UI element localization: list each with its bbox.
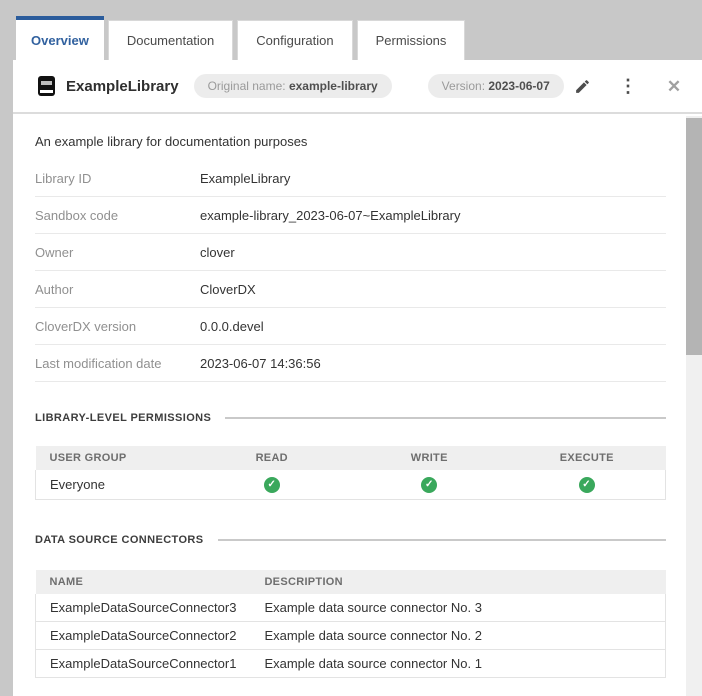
connector-description-cell: Example data source connector No. 1 [250, 649, 667, 679]
version-badge: Version: 2023-06-07 [427, 74, 564, 98]
info-row-cloverdx-version: CloverDX version 0.0.0.devel [35, 308, 666, 345]
pencil-icon [575, 79, 589, 93]
section-heading-rule [217, 538, 666, 541]
section-heading-connectors: DATA SOURCE CONNECTORS [35, 534, 666, 546]
original-name-label: Original name: [207, 79, 286, 93]
info-row-sandbox-code: Sandbox code example-library_2023-06-07~… [35, 197, 666, 234]
edit-button[interactable] [572, 76, 592, 96]
info-label: CloverDX version [35, 318, 137, 334]
column-header-execute: EXECUTE [508, 446, 666, 470]
info-value: ExampleLibrary [200, 170, 291, 186]
column-header-description: DESCRIPTION [250, 569, 666, 594]
tab-overview[interactable]: Overview [16, 16, 104, 60]
check-circle-icon: ✓ [263, 476, 280, 493]
check-circle-icon: ✓ [421, 476, 438, 493]
info-label: Author [35, 281, 74, 297]
column-header-name: NAME [35, 569, 251, 594]
close-icon: ✕ [666, 76, 682, 96]
column-header-user-group: USER GROUP [35, 446, 193, 470]
panel-header: ExampleLibrary Original name: example-li… [13, 60, 702, 114]
connector-description-cell: Example data source connector No. 3 [250, 593, 667, 623]
connector-name-cell: ExampleDataSourceConnector2 [35, 621, 251, 651]
info-value: example-library_2023-06-07~ExampleLibrar… [200, 207, 461, 223]
original-name-value: example-library [288, 79, 378, 93]
version-label: Version: [441, 79, 486, 93]
connector-name-cell: ExampleDataSourceConnector1 [35, 649, 251, 679]
table-row: ExampleDataSourceConnector2 Example data… [35, 621, 667, 651]
info-row-last-modification: Last modification date 2023-06-07 14:36:… [35, 345, 666, 382]
library-book-icon [38, 76, 55, 96]
header-actions: ⋮ ✕ [572, 76, 684, 96]
info-list: Library ID ExampleLibrary Sandbox code e… [35, 160, 666, 382]
original-name-badge: Original name: example-library [193, 74, 392, 98]
user-group-cell: Everyone [35, 470, 193, 500]
close-button[interactable]: ✕ [664, 76, 684, 96]
table-row: ExampleDataSourceConnector3 Example data… [35, 593, 667, 623]
data-source-connectors-table: NAME DESCRIPTION ExampleDataSourceConnec… [35, 569, 667, 679]
info-label: Owner [35, 244, 74, 260]
info-row-library-id: Library ID ExampleLibrary [35, 160, 666, 197]
permissions-table: USER GROUP READ WRITE EXECUTE Everyone ✓… [35, 446, 666, 500]
vertical-scrollbar[interactable] [686, 116, 702, 696]
tab-configuration[interactable]: Configuration [237, 20, 353, 60]
section-heading-label: DATA SOURCE CONNECTORS [35, 533, 204, 546]
info-row-owner: Owner clover [35, 234, 666, 271]
read-permission-cell: ✓ [193, 470, 351, 500]
info-row-author: Author CloverDX [35, 271, 666, 308]
column-header-write: WRITE [350, 446, 508, 470]
write-permission-cell: ✓ [350, 470, 508, 500]
info-label: Sandbox code [35, 207, 119, 223]
tab-permissions[interactable]: Permissions [356, 20, 466, 60]
check-circle-icon: ✓ [578, 476, 595, 493]
info-value: 0.0.0.devel [200, 318, 264, 334]
info-value: clover [200, 244, 235, 260]
info-label: Library ID [35, 170, 92, 186]
info-value: CloverDX [200, 281, 256, 297]
library-description: An example library for documentation pur… [35, 134, 308, 149]
info-label: Last modification date [35, 355, 162, 371]
section-heading-permissions: LIBRARY-LEVEL PERMISSIONS [35, 412, 666, 424]
connectors-table-header-row: NAME DESCRIPTION [35, 569, 666, 594]
table-row: ExampleDataSourceConnector1 Example data… [35, 649, 667, 679]
more-actions-button[interactable]: ⋮ [618, 76, 638, 96]
connector-name-cell: ExampleDataSourceConnector3 [35, 593, 251, 623]
connector-description-cell: Example data source connector No. 2 [250, 621, 667, 651]
section-heading-rule [225, 417, 666, 419]
library-detail-panel: ExampleLibrary Original name: example-li… [13, 60, 702, 696]
kebab-icon: ⋮ [619, 76, 637, 96]
tab-documentation[interactable]: Documentation [107, 20, 234, 60]
scrollbar-thumb[interactable] [686, 118, 702, 355]
page-title: ExampleLibrary [66, 77, 179, 95]
info-value: 2023-06-07 14:36:56 [200, 355, 321, 371]
permissions-table-header-row: USER GROUP READ WRITE EXECUTE [35, 446, 666, 470]
tab-bar: Overview Documentation Configuration Per… [16, 16, 466, 60]
overview-content: An example library for documentation pur… [13, 116, 686, 696]
column-header-read: READ [193, 446, 351, 470]
version-value: 2023-06-07 [488, 79, 550, 93]
table-row: Everyone ✓ ✓ ✓ [35, 470, 666, 500]
section-heading-label: LIBRARY-LEVEL PERMISSIONS [35, 412, 212, 424]
execute-permission-cell: ✓ [508, 470, 666, 500]
